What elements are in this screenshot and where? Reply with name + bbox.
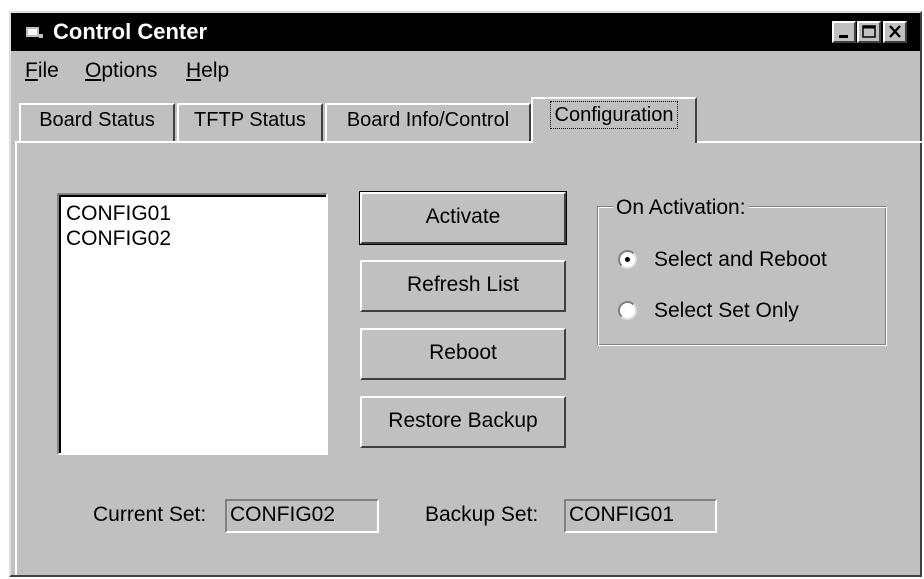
- maximize-icon: [862, 25, 876, 38]
- tab-board-status[interactable]: Board Status: [19, 103, 175, 141]
- window-title: Control Center: [53, 19, 207, 44]
- menu-help-rest: elp: [201, 59, 230, 82]
- current-set-field: CONFIG02: [225, 499, 379, 533]
- menu-file-mnemonic: F: [25, 59, 38, 82]
- reboot-button[interactable]: Reboot: [360, 328, 566, 380]
- menu-file-rest: ile: [37, 59, 59, 82]
- menu-file[interactable]: File: [25, 59, 59, 83]
- radio-select-and-reboot-label: Select and Reboot: [654, 248, 827, 271]
- app-window-icon: [26, 27, 43, 38]
- close-button[interactable]: [883, 21, 907, 43]
- on-activation-label: On Activation:: [613, 196, 749, 220]
- on-activation-group: [597, 206, 887, 346]
- radio-select-set-only-label: Select Set Only: [654, 299, 799, 322]
- backup-set-field: CONFIG01: [564, 499, 717, 533]
- menu-options-rest: ptions: [101, 59, 158, 82]
- list-item[interactable]: CONFIG02: [59, 226, 326, 251]
- list-item[interactable]: CONFIG01: [59, 201, 326, 226]
- config-listbox[interactable]: CONFIG01 CONFIG02: [57, 193, 328, 455]
- maximize-button[interactable]: [857, 21, 881, 43]
- title-bar[interactable]: Control Center: [11, 13, 920, 51]
- activate-button[interactable]: Activate: [359, 191, 567, 245]
- menu-help[interactable]: Help: [186, 59, 229, 83]
- tab-tftp-status-label: TFTP Status: [194, 109, 306, 131]
- tab-tftp-status[interactable]: TFTP Status: [177, 103, 323, 141]
- tab-configuration[interactable]: Configuration: [531, 97, 697, 143]
- radio-selected-icon[interactable]: [618, 250, 637, 269]
- current-set-label: Current Set:: [93, 503, 207, 526]
- menu-options-mnemonic: O: [85, 59, 102, 82]
- tab-board-info-control-label: Board Info/Control: [346, 109, 510, 131]
- menu-options[interactable]: Options: [85, 59, 157, 83]
- menu-help-mnemonic: H: [186, 59, 202, 82]
- backup-set-label: Backup Set:: [425, 503, 539, 526]
- refresh-list-button[interactable]: Refresh List: [360, 260, 566, 312]
- tab-configuration-label: Configuration: [549, 101, 679, 129]
- close-icon: [889, 25, 901, 38]
- restore-backup-button[interactable]: Restore Backup: [360, 396, 566, 448]
- minimize-button[interactable]: [832, 21, 856, 43]
- minimize-icon: [839, 35, 848, 38]
- radio-unselected-icon[interactable]: [618, 301, 637, 320]
- tab-board-status-label: Board Status: [39, 109, 155, 131]
- tab-board-info-control[interactable]: Board Info/Control: [325, 103, 531, 141]
- menu-bar: File Options Help: [11, 55, 920, 87]
